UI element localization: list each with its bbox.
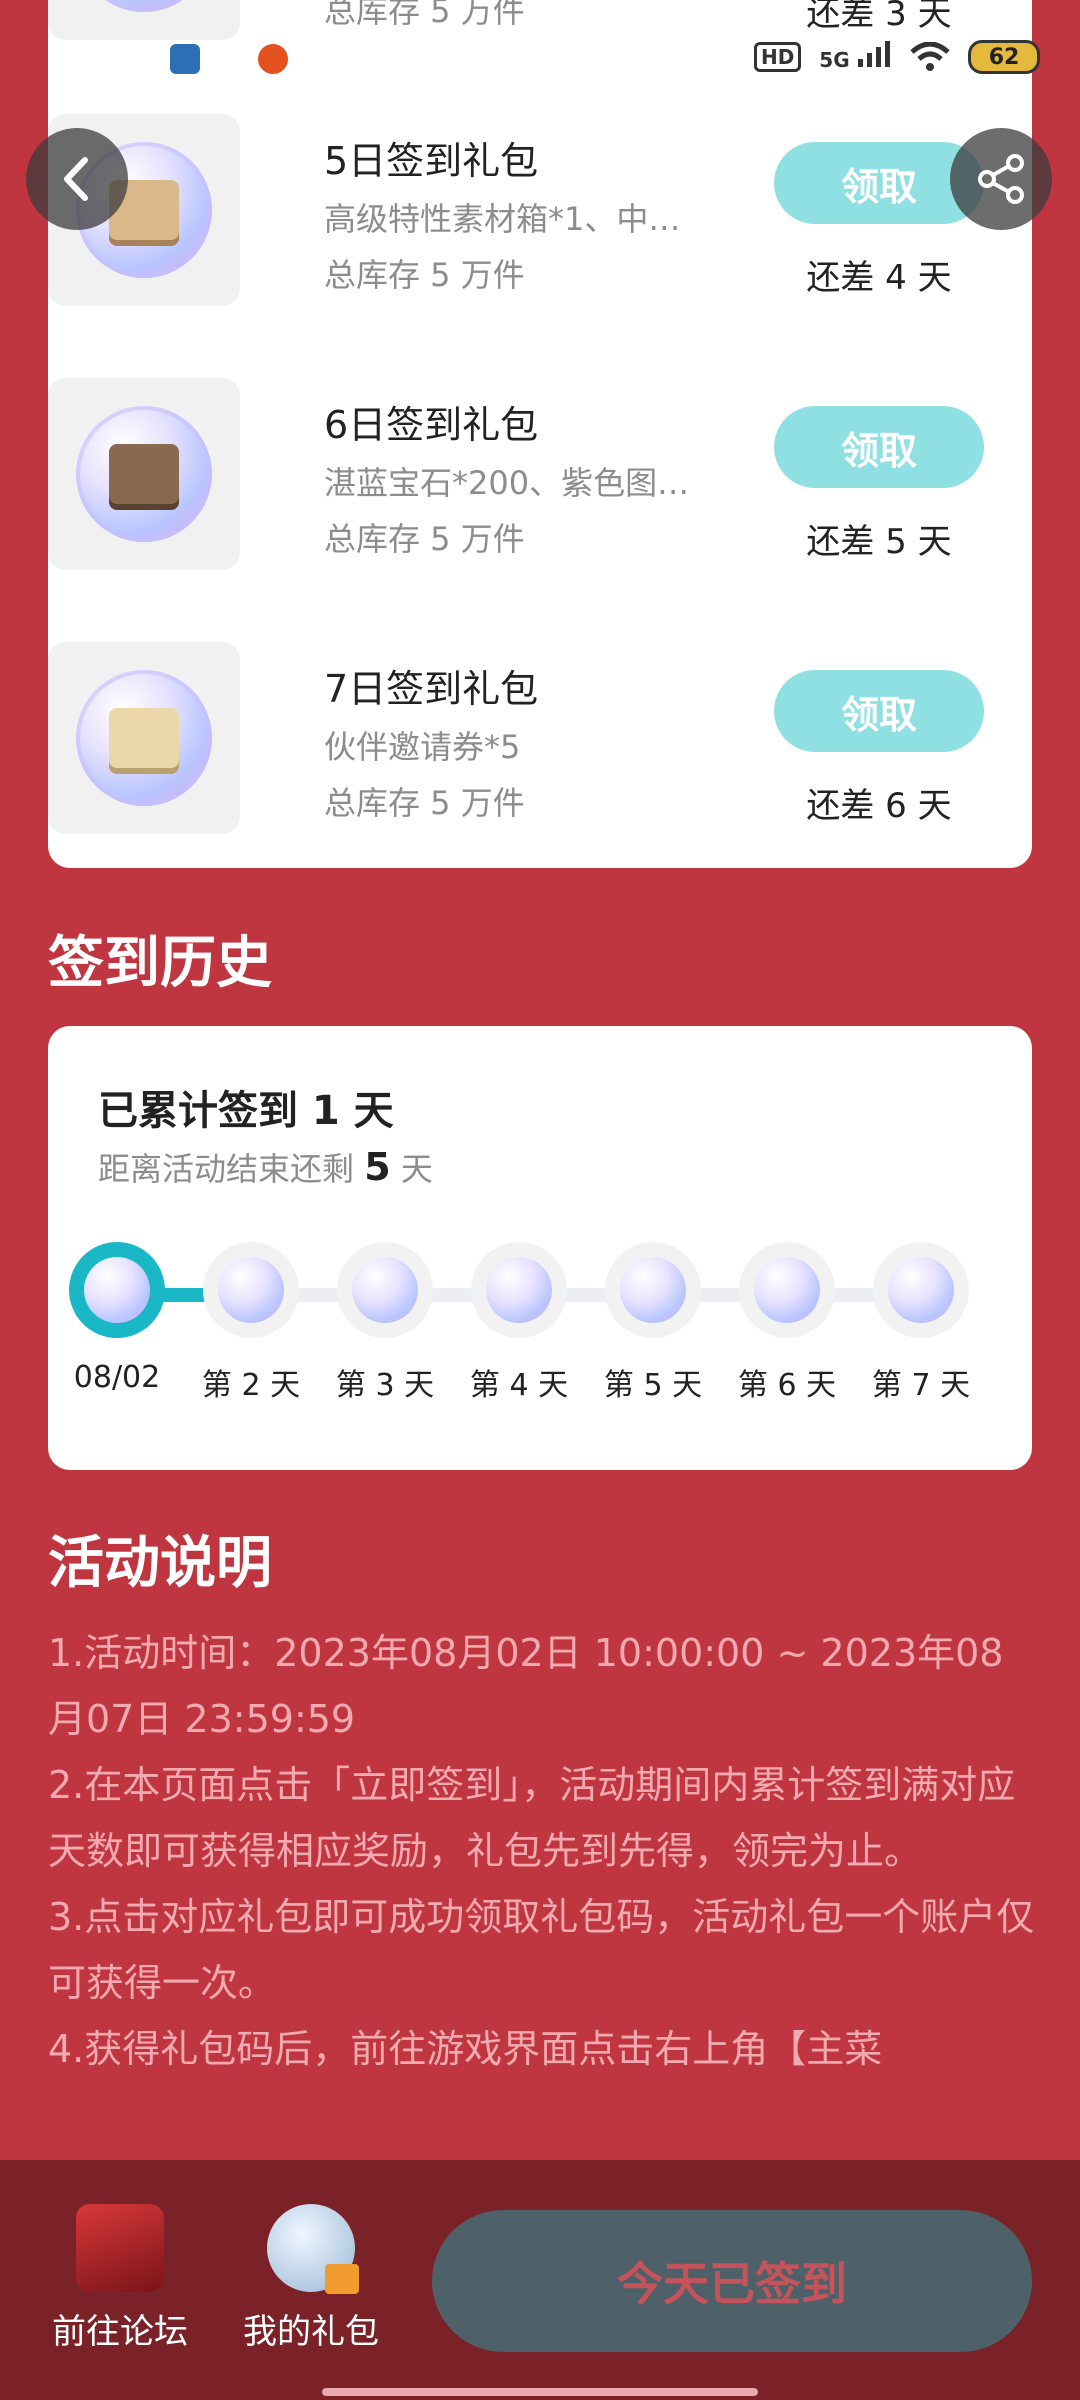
history-section-title: 签到历史: [48, 931, 272, 996]
rules-text: 1.活动时间：2023年08月02日 10:00:00 ~ 2023年08月07…: [48, 1620, 1038, 2082]
day-step-1: 08/02: [50, 1242, 184, 1395]
signed-today-button[interactable]: 今天已签到: [432, 2210, 1032, 2352]
gift-description: 伙伴邀请券*5: [324, 728, 521, 766]
day-step-3: 第 3 天: [318, 1242, 452, 1404]
app-notification-icon: [258, 44, 288, 74]
gift-title: 6日签到礼包: [324, 403, 539, 447]
my-gifts-label: 我的礼包: [243, 2312, 379, 2352]
day-step-2: 第 2 天: [184, 1242, 318, 1404]
day-label: 第 3 天: [335, 1368, 435, 1403]
app-notification-icon: [214, 44, 244, 74]
day-reward-icon: [873, 1242, 969, 1338]
gift-description: 湛蓝宝石*200、紫色图…: [324, 464, 690, 502]
back-button[interactable]: [26, 128, 128, 230]
claim-button[interactable]: 领取: [774, 670, 984, 752]
day-reward-icon: [337, 1242, 433, 1338]
share-button[interactable]: [950, 128, 1052, 230]
gift-remaining-days: 还差 5 天: [806, 522, 952, 562]
gift-stock: 总库存 5 万件: [324, 784, 525, 822]
gift-remaining-days: 还差 4 天: [806, 258, 952, 298]
status-indicators: HD 5G 62: [753, 40, 1040, 74]
app-notification-icon: [170, 44, 200, 74]
day-step-5: 第 5 天: [586, 1242, 720, 1404]
my-gifts-button[interactable]: 我的礼包: [236, 2204, 386, 2353]
rule-line: 1.活动时间：2023年08月02日 10:00:00 ~ 2023年08月07…: [48, 1631, 1004, 1741]
day-step-4: 第 4 天: [452, 1242, 586, 1404]
rules-section-title: 活动说明: [48, 1531, 272, 1596]
gift-avatar-icon: [267, 2204, 359, 2294]
forum-label: 前往论坛: [52, 2312, 188, 2352]
day-reward-icon: [471, 1242, 567, 1338]
home-indicator: [322, 2388, 758, 2396]
day-label: 第 6 天: [737, 1368, 837, 1403]
status-bar: 18:41 HD 5G 62: [0, 0, 1080, 120]
gift-box-icon: [325, 2264, 359, 2294]
day-reward-icon: [605, 1242, 701, 1338]
day-label: 第 5 天: [603, 1368, 703, 1403]
forum-button[interactable]: 前往论坛: [45, 2204, 195, 2353]
gift-title: 7日签到礼包: [324, 667, 539, 711]
wifi-icon: [910, 42, 950, 71]
day-reward-icon: [69, 1242, 165, 1338]
day-label: 第 2 天: [201, 1368, 301, 1403]
rule-line: 2.在本页面点击「立即签到」，活动期间内累计签到满对应天数即可获得相应奖励，礼包…: [48, 1763, 1016, 1873]
day-label: 第 7 天: [871, 1368, 971, 1403]
rule-line: 4.获得礼包码后，前往游戏界面点击右上角【主菜: [48, 2027, 883, 2071]
share-icon: [978, 154, 1024, 204]
signal-icon: 5G: [819, 41, 892, 73]
forum-avatar-icon: [76, 2204, 164, 2292]
day-label: 08/02: [73, 1360, 161, 1395]
days-remaining-text: 距离活动结束还剩 5 天: [98, 1145, 433, 1189]
day-step-6: 第 6 天: [720, 1242, 854, 1404]
bottom-action-bar: 前往论坛 我的礼包 今天已签到: [0, 2160, 1080, 2400]
gift-remaining-days: 还差 6 天: [806, 786, 952, 826]
gift-thumbnail: [48, 378, 240, 570]
gift-title: 5日签到礼包: [324, 139, 539, 183]
hd-icon: HD: [753, 42, 802, 72]
chevron-left-icon: [64, 157, 88, 201]
day-reward-icon: [739, 1242, 835, 1338]
status-app-icons: [170, 44, 288, 74]
gift-stock: 总库存 5 万件: [324, 520, 525, 558]
day-label: 第 4 天: [469, 1368, 569, 1403]
day-step-7: 第 7 天: [854, 1242, 988, 1404]
rule-line: 3.点击对应礼包即可成功领取礼包码，活动礼包一个账户仅可获得一次。: [48, 1895, 1035, 2005]
history-card: 已累计签到 1 天 距离活动结束还剩 5 天 08/02 第 2 天 第 3 天…: [48, 1026, 1032, 1470]
claim-button[interactable]: 领取: [774, 406, 984, 488]
gift-description: 高级特性素材箱*1、中…: [324, 200, 681, 238]
day-reward-icon: [203, 1242, 299, 1338]
days-left-count: 5: [364, 1145, 391, 1189]
battery-icon: 62: [968, 40, 1040, 74]
gift-stock: 总库存 5 万件: [324, 256, 525, 294]
cumulative-signin-title: 已累计签到 1 天: [98, 1088, 394, 1134]
status-time: 18:41: [58, 38, 162, 79]
gift-thumbnail: [48, 642, 240, 834]
